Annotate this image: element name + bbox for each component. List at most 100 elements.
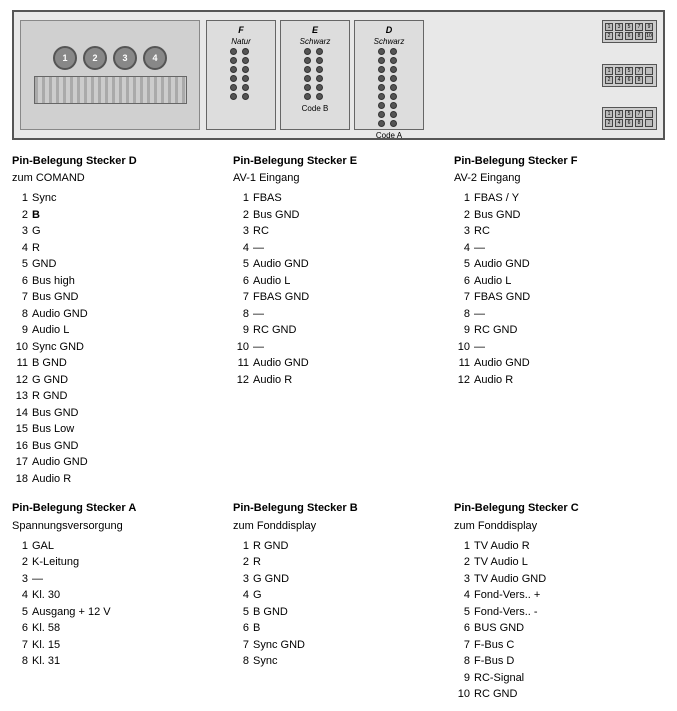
right-conn-a: 1 3 5 7 2 4 6 8: [602, 107, 657, 130]
list-item: 3RC: [454, 223, 665, 240]
list-item: 1FBAS: [233, 190, 444, 207]
list-item: 5Audio GND: [233, 256, 444, 273]
section-c-title: Pin-Belegung Stecker C: [454, 501, 665, 515]
list-item: 7FBAS GND: [454, 289, 665, 306]
list-item: 9RC-Signal: [454, 670, 665, 687]
conn-e-sublabel: Schwarz: [300, 37, 331, 46]
connector-f: F Natur: [206, 20, 276, 130]
diagram-area: 1 2 3 4 F Natur E Schwarz: [12, 10, 665, 140]
list-item: 5Ausgang + 12 V: [12, 604, 223, 621]
section-f-title: Pin-Belegung Stecker F: [454, 154, 665, 168]
list-item: 8—: [233, 306, 444, 323]
list-item: 7F-Bus C: [454, 637, 665, 654]
conn-e-letter: E: [312, 25, 318, 35]
center-connectors: F Natur E Schwarz Code B: [206, 20, 598, 130]
pin-list-f: 1FBAS / Y 2Bus GND 3RC 4— 5Audio GND 6Au…: [454, 190, 665, 388]
vents: [34, 76, 187, 104]
conn-f-letter: F: [238, 25, 244, 35]
list-item: 2K-Leitung: [12, 554, 223, 571]
list-item: 4Fond-Vers.. +: [454, 587, 665, 604]
circle-4: 4: [143, 46, 167, 70]
list-item: 4—: [454, 240, 665, 257]
list-item: 17Audio GND: [12, 454, 223, 471]
section-stecker-a: Pin-Belegung Stecker A Spannungsversorgu…: [12, 501, 223, 702]
list-item: 1TV Audio R: [454, 538, 665, 555]
list-item: 5Fond-Vers.. -: [454, 604, 665, 621]
pin-list-a: 1GAL 2K-Leitung 3— 4Kl. 30 5Ausgang + 12…: [12, 538, 223, 670]
bottom-pin-sections: Pin-Belegung Stecker A Spannungsversorgu…: [12, 501, 665, 702]
list-item: 5Audio GND: [454, 256, 665, 273]
right-connectors: 1 3 5 7 9 2 4 6 8 10 1 3 5 7 2 4 6: [602, 20, 657, 130]
list-item: 12G GND: [12, 372, 223, 389]
circle-1: 1: [53, 46, 77, 70]
list-item: 6BUS GND: [454, 620, 665, 637]
list-item: 6Kl. 58: [12, 620, 223, 637]
section-a-title: Pin-Belegung Stecker A: [12, 501, 223, 515]
list-item: 14Bus GND: [12, 405, 223, 422]
connector-d: D Schwarz Code A: [354, 20, 424, 130]
list-item: 7Sync GND: [233, 637, 444, 654]
section-b-subtitle: zum Fonddisplay: [233, 520, 444, 532]
list-item: 2Bus GND: [233, 207, 444, 224]
list-item: 11B GND: [12, 355, 223, 372]
list-item: 1FBAS / Y: [454, 190, 665, 207]
list-item: 10—: [454, 339, 665, 356]
list-item: 4G: [233, 587, 444, 604]
pin-list-b: 1R GND 2R 3G GND 4G 5B GND 6B 7Sync GND …: [233, 538, 444, 670]
list-item: 5GND: [12, 256, 223, 273]
list-item: 8Audio GND: [12, 306, 223, 323]
code-b-label: Code B: [302, 104, 329, 113]
list-item: 2Bus GND: [454, 207, 665, 224]
list-item: 7Kl. 15: [12, 637, 223, 654]
list-item: 7Bus GND: [12, 289, 223, 306]
section-a-subtitle: Spannungsversorgung: [12, 520, 223, 532]
section-b-title: Pin-Belegung Stecker B: [233, 501, 444, 515]
section-e-title: Pin-Belegung Stecker E: [233, 154, 444, 168]
list-item: 2TV Audio L: [454, 554, 665, 571]
section-c-subtitle: zum Fonddisplay: [454, 520, 665, 532]
section-d-title: Pin-Belegung Stecker D: [12, 154, 223, 168]
list-item: 15Bus Low: [12, 421, 223, 438]
conn-d-sublabel: Schwarz: [374, 37, 405, 46]
list-item: 7FBAS GND: [233, 289, 444, 306]
section-f-subtitle: AV-2 Eingang: [454, 172, 665, 184]
list-item: 13R GND: [12, 388, 223, 405]
list-item: 11Audio GND: [454, 355, 665, 372]
list-item: 1GAL: [12, 538, 223, 555]
list-item: 8Sync: [233, 653, 444, 670]
connector-e: E Schwarz Code B: [280, 20, 350, 130]
list-item: 9RC GND: [454, 322, 665, 339]
content-area: Pin-Belegung Stecker D zum COMAND 1Sync …: [0, 150, 677, 711]
list-item: 1Sync: [12, 190, 223, 207]
list-item: 2R: [233, 554, 444, 571]
list-item: 4Kl. 30: [12, 587, 223, 604]
list-item: 9RC GND: [233, 322, 444, 339]
section-stecker-d: Pin-Belegung Stecker D zum COMAND 1Sync …: [12, 154, 223, 487]
list-item: 6B: [233, 620, 444, 637]
list-item: 6Audio L: [454, 273, 665, 290]
list-item: 16Bus GND: [12, 438, 223, 455]
section-stecker-c: Pin-Belegung Stecker C zum Fonddisplay 1…: [454, 501, 665, 702]
list-item: 3—: [12, 571, 223, 588]
list-item: 8—: [454, 306, 665, 323]
list-item: 3RC: [233, 223, 444, 240]
list-item: 12Audio R: [454, 372, 665, 389]
list-item: 8Kl. 31: [12, 653, 223, 670]
section-stecker-e: Pin-Belegung Stecker E AV-1 Eingang 1FBA…: [233, 154, 444, 487]
list-item: 4—: [233, 240, 444, 257]
section-d-subtitle: zum COMAND: [12, 172, 223, 184]
conn-d-letter: D: [386, 25, 393, 35]
list-item: 4R: [12, 240, 223, 257]
list-item: 8F-Bus D: [454, 653, 665, 670]
list-item: 1R GND: [233, 538, 444, 555]
list-item: 6Audio L: [233, 273, 444, 290]
circle-2: 2: [83, 46, 107, 70]
list-item: 5B GND: [233, 604, 444, 621]
list-item: 3TV Audio GND: [454, 571, 665, 588]
list-item: 3G: [12, 223, 223, 240]
right-conn-b: 1 3 5 7 2 4 6 8: [602, 64, 657, 87]
list-item: 2B: [12, 207, 223, 224]
list-item: 6Bus high: [12, 273, 223, 290]
list-item: 12Audio R: [233, 372, 444, 389]
section-e-subtitle: AV-1 Eingang: [233, 172, 444, 184]
